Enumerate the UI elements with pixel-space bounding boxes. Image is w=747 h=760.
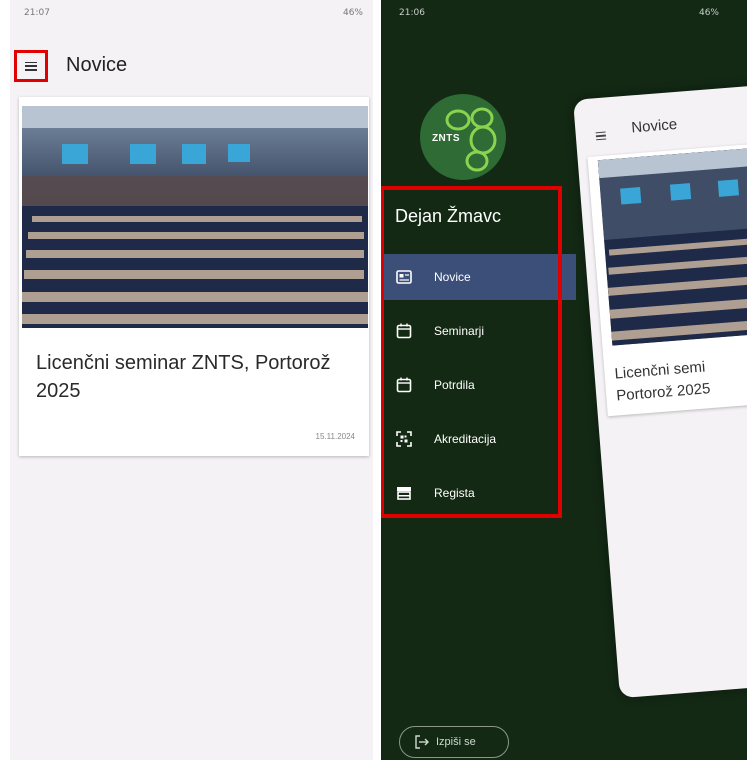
logout-icon bbox=[415, 735, 429, 749]
menu-button[interactable] bbox=[14, 50, 48, 82]
navigation-drawer-screen: 21:06 46% Novice Licenčni semi Portorož … bbox=[381, 0, 747, 760]
preview-news-card: Licenčni semi Portorož 2025 bbox=[587, 136, 747, 417]
app-preview-card[interactable]: Novice Licenčni semi Portorož 2025 bbox=[573, 79, 747, 699]
preview-title: Novice bbox=[630, 115, 678, 137]
menu-icon bbox=[25, 61, 37, 71]
status-time: 21:07 bbox=[24, 8, 50, 18]
preview-news-image bbox=[597, 141, 747, 346]
znts-logo: ZNTS bbox=[420, 94, 506, 180]
news-card-date: 15.11.2024 bbox=[315, 432, 355, 441]
news-card-title: Licenčni seminar ZNTS, Portorož 2025 bbox=[36, 352, 331, 402]
logout-button[interactable]: Izpiši se bbox=[399, 726, 509, 758]
status-indicators: 46% bbox=[698, 8, 719, 18]
news-screen: 21:07 46% Novice Licenčni seminar ZNTS, … bbox=[10, 0, 373, 760]
status-time: 21:06 bbox=[399, 8, 425, 18]
news-card-image bbox=[22, 106, 368, 328]
menu-icon bbox=[595, 131, 607, 141]
news-card[interactable]: Licenčni seminar ZNTS, Portorož 2025 15.… bbox=[19, 97, 369, 456]
drawer-highlight-box bbox=[381, 186, 562, 518]
page-title: Novice bbox=[66, 54, 128, 76]
preview-card-text: Licenčni semi Portorož 2025 bbox=[614, 346, 747, 408]
status-indicators: 46% bbox=[342, 8, 363, 18]
logout-label: Izpiši se bbox=[436, 736, 476, 748]
app-bar: Novice bbox=[10, 48, 373, 88]
logo-text: ZNTS bbox=[431, 133, 461, 144]
